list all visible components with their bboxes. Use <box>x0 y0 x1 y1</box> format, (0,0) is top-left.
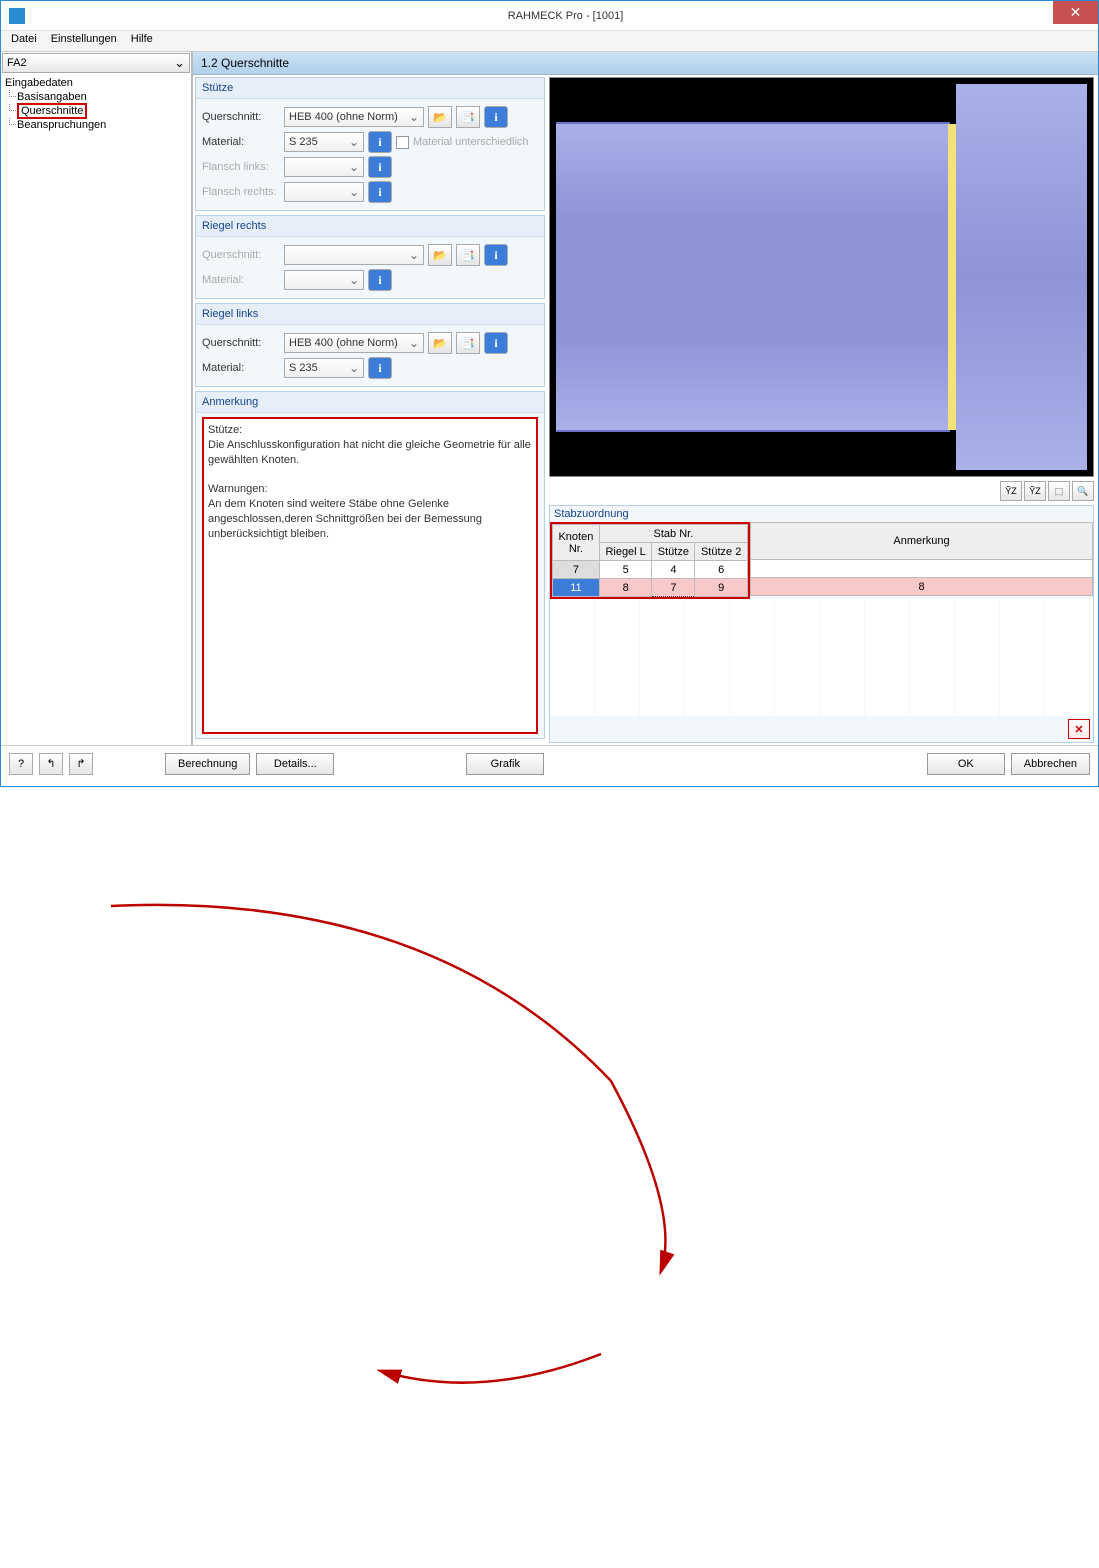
lbl-rr-quersch: Querschnitt: <box>202 249 280 261</box>
nav-tree: Eingabedaten Basisangaben Querschnitte B… <box>1 74 191 134</box>
stabz-table-right: Anmerkung 8 <box>750 522 1093 596</box>
lbl-rl-quersch: Querschnitt: <box>202 337 280 349</box>
lbl-st-material: Material: <box>202 136 280 148</box>
group-title-anm: Anmerkung <box>196 392 544 413</box>
btn-catalog-icon[interactable]: 📑 <box>456 332 480 354</box>
lbl-flansch-links: Flansch links: <box>202 161 280 173</box>
btn-info-icon[interactable]: i <box>484 106 508 128</box>
next-button[interactable]: ↱ <box>69 753 93 775</box>
ok-button[interactable]: OK <box>927 753 1005 775</box>
prev-button[interactable]: ↰ <box>39 753 63 775</box>
menu-help[interactable]: Hilfe <box>125 31 159 51</box>
btn-lib-icon[interactable]: 📂 <box>428 106 452 128</box>
table-row[interactable]: 8 <box>751 578 1093 596</box>
lbl-material-diff: Material unterschiedlich <box>413 136 529 148</box>
group-title-stuetze: Stütze <box>196 78 544 99</box>
menubar: Datei Einstellungen Hilfe <box>1 31 1098 51</box>
btn-info-icon[interactable]: i <box>368 131 392 153</box>
lbl-flansch-rechts: Flansch rechts: <box>202 186 280 198</box>
btn-info-icon: i <box>368 269 392 291</box>
zoom-button[interactable]: 🔍 <box>1072 481 1094 501</box>
tree-basisangaben[interactable]: Basisangaben <box>5 90 187 104</box>
delete-row-button[interactable]: ✕ <box>1068 719 1090 739</box>
page-title: 1.2 Querschnitte <box>193 52 1098 75</box>
menu-settings[interactable]: Einstellungen <box>45 31 123 51</box>
grafik-button[interactable]: Grafik <box>466 753 544 775</box>
sel-flansch-rechts <box>284 182 364 202</box>
lbl-rl-material: Material: <box>202 362 280 374</box>
btn-catalog-icon[interactable]: 📑 <box>456 106 480 128</box>
btn-info-icon[interactable]: i <box>368 357 392 379</box>
annotation-text: Stütze: Die Anschlusskonfiguration hat n… <box>202 417 538 734</box>
view-yz2-button[interactable]: ỸZ <box>1024 481 1046 501</box>
details-button[interactable]: Details... <box>256 753 334 775</box>
table-empty-area <box>550 599 1093 716</box>
group-riegel-rechts: Riegel rechts Querschnitt: 📂 📑 i Materia… <box>195 215 545 299</box>
graphic-viewport[interactable] <box>549 77 1094 477</box>
annotation-arrows <box>1 781 1099 1568</box>
btn-info-icon: i <box>484 244 508 266</box>
btn-catalog-icon: 📑 <box>456 244 480 266</box>
window-title: RAHMECK Pro - [1001] <box>33 10 1098 22</box>
sel-st-material[interactable]: S 235 <box>284 132 364 152</box>
table-row[interactable]: 11 8 7 9 <box>553 579 748 597</box>
tree-querschnitte[interactable]: Querschnitte <box>5 104 187 118</box>
table-row[interactable] <box>751 560 1093 578</box>
btn-info-icon[interactable]: i <box>368 181 392 203</box>
sel-flansch-links <box>284 157 364 177</box>
lbl-rr-material: Material: <box>202 274 280 286</box>
berechnung-button[interactable]: Berechnung <box>165 753 250 775</box>
graphic-toolbar: ỸZ ỸZ ⬚ 🔍 <box>549 477 1094 505</box>
lbl-st-quersch: Querschnitt: <box>202 111 280 123</box>
titlebar: RAHMECK Pro - [1001] ✕ <box>1 1 1098 31</box>
left-panel: FA2 Eingabedaten Basisangaben Querschnit… <box>1 52 193 745</box>
sel-st-quersch[interactable]: HEB 400 (ohne Norm) <box>284 107 424 127</box>
menu-file[interactable]: Datei <box>5 31 43 51</box>
close-button[interactable]: ✕ <box>1053 1 1098 24</box>
footer: ? ↰ ↱ Berechnung Details... Grafik OK Ab… <box>1 745 1098 781</box>
btn-info-icon[interactable]: i <box>368 156 392 178</box>
tree-root[interactable]: Eingabedaten <box>5 76 187 90</box>
group-stuetze: Stütze Querschnitt: HEB 400 (ohne Norm) … <box>195 77 545 211</box>
sel-rl-quersch[interactable]: HEB 400 (ohne Norm) <box>284 333 424 353</box>
tree-beanspruchungen[interactable]: Beanspruchungen <box>5 118 187 132</box>
sel-rr-quersch <box>284 245 424 265</box>
btn-lib-icon[interactable]: 📂 <box>428 332 452 354</box>
stabz-table-left: KnotenNr. Stab Nr. Riegel L Stütze Stütz… <box>552 524 748 597</box>
help-button[interactable]: ? <box>9 753 33 775</box>
group-title-riegell: Riegel links <box>196 304 544 325</box>
btn-info-icon[interactable]: i <box>484 332 508 354</box>
stabz-title: Stabzuordnung <box>550 506 1093 522</box>
stabzuordnung-panel: Stabzuordnung KnotenNr. Stab Nr. Riege <box>549 505 1094 743</box>
group-anmerkung: Anmerkung Stütze: Die Anschlusskonfigura… <box>195 391 545 739</box>
sel-rl-material[interactable]: S 235 <box>284 358 364 378</box>
view-yz1-button[interactable]: ỸZ <box>1000 481 1022 501</box>
btn-lib-icon: 📂 <box>428 244 452 266</box>
app-icon <box>9 8 25 24</box>
view-3d-button[interactable]: ⬚ <box>1048 481 1070 501</box>
group-riegel-links: Riegel links Querschnitt: HEB 400 (ohne … <box>195 303 545 387</box>
cb-material-diff[interactable] <box>396 136 409 149</box>
sel-rr-material <box>284 270 364 290</box>
case-combo[interactable]: FA2 <box>2 53 190 73</box>
group-title-riegelr: Riegel rechts <box>196 216 544 237</box>
table-row[interactable]: 7 5 4 6 <box>553 561 748 579</box>
cancel-button[interactable]: Abbrechen <box>1011 753 1090 775</box>
